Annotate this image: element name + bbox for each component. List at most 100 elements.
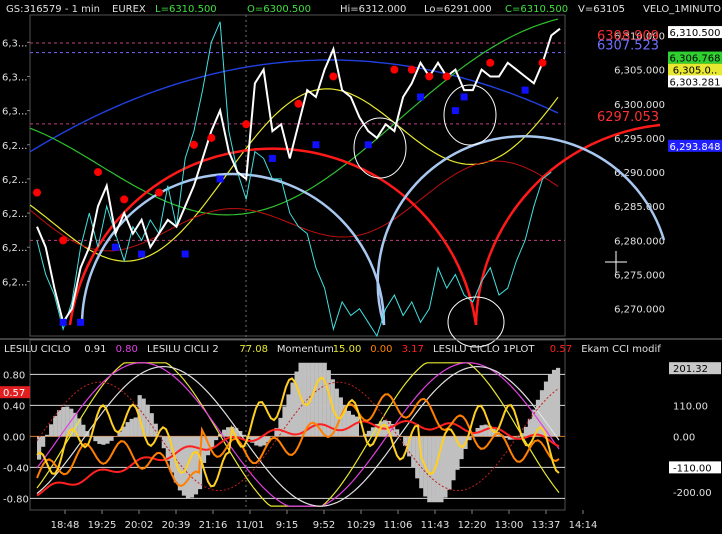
red-cycle-arc xyxy=(68,147,478,326)
histogram-bar xyxy=(366,430,372,437)
red-swing-high-dot xyxy=(155,188,164,197)
header-symbol: GS:316579 - 1 min xyxy=(6,4,100,15)
red-cycle-arc xyxy=(474,123,661,326)
left-tick-label: 6,2... xyxy=(2,209,27,220)
red-swing-high-dot xyxy=(407,65,416,74)
x-tick-label: 20:39 xyxy=(162,520,191,531)
histogram-bar xyxy=(555,367,561,437)
red-swing-high-dot xyxy=(59,236,68,245)
left-tick-label: 6,3... xyxy=(2,107,27,118)
indicator-panel: LESILU CICLO 0.91 0.80 LESILU CICLI 2 77.08 M… xyxy=(0,339,721,531)
reference-label: 6297.053 xyxy=(597,110,659,125)
red-swing-high-dot xyxy=(242,120,251,129)
price-panel-frame xyxy=(29,14,566,337)
reference-label: 6307.523 xyxy=(597,39,659,54)
x-tick-label: 11:43 xyxy=(421,520,450,531)
x-tick-label: 11:06 xyxy=(384,520,413,531)
right-tick-label: 6,285.000 xyxy=(614,202,665,213)
blue-swing-low-dot xyxy=(181,250,189,258)
indicator-legend-item: LESILU CICLO xyxy=(4,344,71,355)
histogram-bar xyxy=(242,434,247,437)
histogram-bar xyxy=(149,413,154,437)
left-tick-label: -0.80 xyxy=(3,494,29,505)
histogram-bar xyxy=(527,418,533,437)
header-exchange: EUREX xyxy=(112,4,146,15)
histogram-bar xyxy=(177,436,183,491)
right-tick-label: 6,275.000 xyxy=(614,271,665,282)
red-swing-high-dot xyxy=(329,72,338,81)
left-tick-label: 6,3... xyxy=(2,38,27,49)
histogram-bar xyxy=(161,436,166,449)
price-label-text: 6,303.281 xyxy=(670,77,721,88)
x-tick-label: 11/01 xyxy=(236,520,265,531)
header-high: Hi=6312.000 xyxy=(340,4,406,15)
lightblue-cycle-arc xyxy=(376,134,666,326)
right-tick-label: 6,295.000 xyxy=(614,134,665,145)
header-volume: V=63105 xyxy=(578,4,625,15)
histogram-bar xyxy=(411,436,416,468)
x-tick-label: 21:16 xyxy=(199,520,228,531)
x-tick-label: 20:02 xyxy=(125,520,154,531)
price-label-text: 6,293.848 xyxy=(670,142,721,153)
histogram-bar xyxy=(451,436,456,481)
left-tick-label: -0.40 xyxy=(3,463,29,474)
x-tick-label: 14:14 xyxy=(569,520,598,531)
histogram-bar xyxy=(551,369,557,437)
histogram-bar xyxy=(286,394,291,437)
histogram-bar xyxy=(129,418,134,437)
histogram-bar xyxy=(133,417,138,437)
histogram-bar xyxy=(97,436,102,444)
blue-swing-low-dot xyxy=(364,141,372,149)
histogram-bar xyxy=(49,424,54,437)
histogram-bar xyxy=(105,436,110,444)
x-tick-label: 19:25 xyxy=(88,520,117,531)
x-tick-label: 13:00 xyxy=(495,520,524,531)
histogram-bar xyxy=(93,436,98,442)
red-swing-high-dot xyxy=(94,168,103,177)
x-tick-label: 9:15 xyxy=(276,520,298,531)
histogram-bar xyxy=(181,436,187,496)
right-tick-label: 110.00 xyxy=(673,401,708,412)
header-close: C=6310.500 xyxy=(505,4,568,15)
red-swing-high-dot xyxy=(207,133,216,142)
header-open: O=6300.500 xyxy=(247,4,311,15)
red-swing-high-dot xyxy=(120,195,129,204)
indicator-legend-item: 3.17 xyxy=(402,344,424,355)
blue-swing-low-dot xyxy=(59,318,67,326)
red-swing-high-dot xyxy=(425,72,434,81)
blue-swing-low-dot xyxy=(521,86,529,94)
red-swing-high-dot xyxy=(538,58,547,67)
x-tick-label: 10:29 xyxy=(347,520,376,531)
left-tick-label: 0.80 xyxy=(3,370,25,381)
indicator-legend-item: 0.80 xyxy=(116,344,138,355)
left-tick-label: 6,3... xyxy=(2,72,27,83)
histogram-bar xyxy=(109,436,114,441)
histogram-bar xyxy=(214,436,219,441)
x-tick-label: 18:48 xyxy=(51,520,80,531)
left-tick-label: 0.00 xyxy=(3,432,25,443)
header-last: L=6310.500 xyxy=(155,4,217,15)
blue-swing-low-dot xyxy=(268,154,276,162)
right-tick-label: 0.00 xyxy=(673,432,695,443)
right-tick-label: 6,305.000 xyxy=(614,66,665,77)
histogram-bar xyxy=(125,422,130,437)
blue-swing-low-dot xyxy=(77,318,85,326)
right-tick-label: 201.32 xyxy=(673,364,708,375)
histogram-bar xyxy=(523,426,528,437)
blue-swing-low-dot xyxy=(216,175,224,183)
highlight-ellipse xyxy=(443,84,497,146)
histogram-bar xyxy=(262,436,267,446)
blue-swing-low-dot xyxy=(138,250,146,258)
x-tick-label: 9:52 xyxy=(313,520,335,531)
left-tick-label: 6,2... xyxy=(2,175,27,186)
indicator-legend-item: Ekam CCI modif xyxy=(581,344,661,355)
right-tick-label: 6,280.000 xyxy=(614,236,665,247)
red-swing-high-dot xyxy=(486,58,495,67)
x-tick-label: 13:37 xyxy=(532,520,561,531)
blue-swing-low-dot xyxy=(417,93,425,101)
header-low: Lo=6291.000 xyxy=(424,4,492,15)
x-tick-label: 12:20 xyxy=(458,520,487,531)
red-swing-high-dot xyxy=(390,65,399,74)
right-tick-label: 6,270.000 xyxy=(614,305,665,316)
histogram-bar xyxy=(53,415,58,437)
